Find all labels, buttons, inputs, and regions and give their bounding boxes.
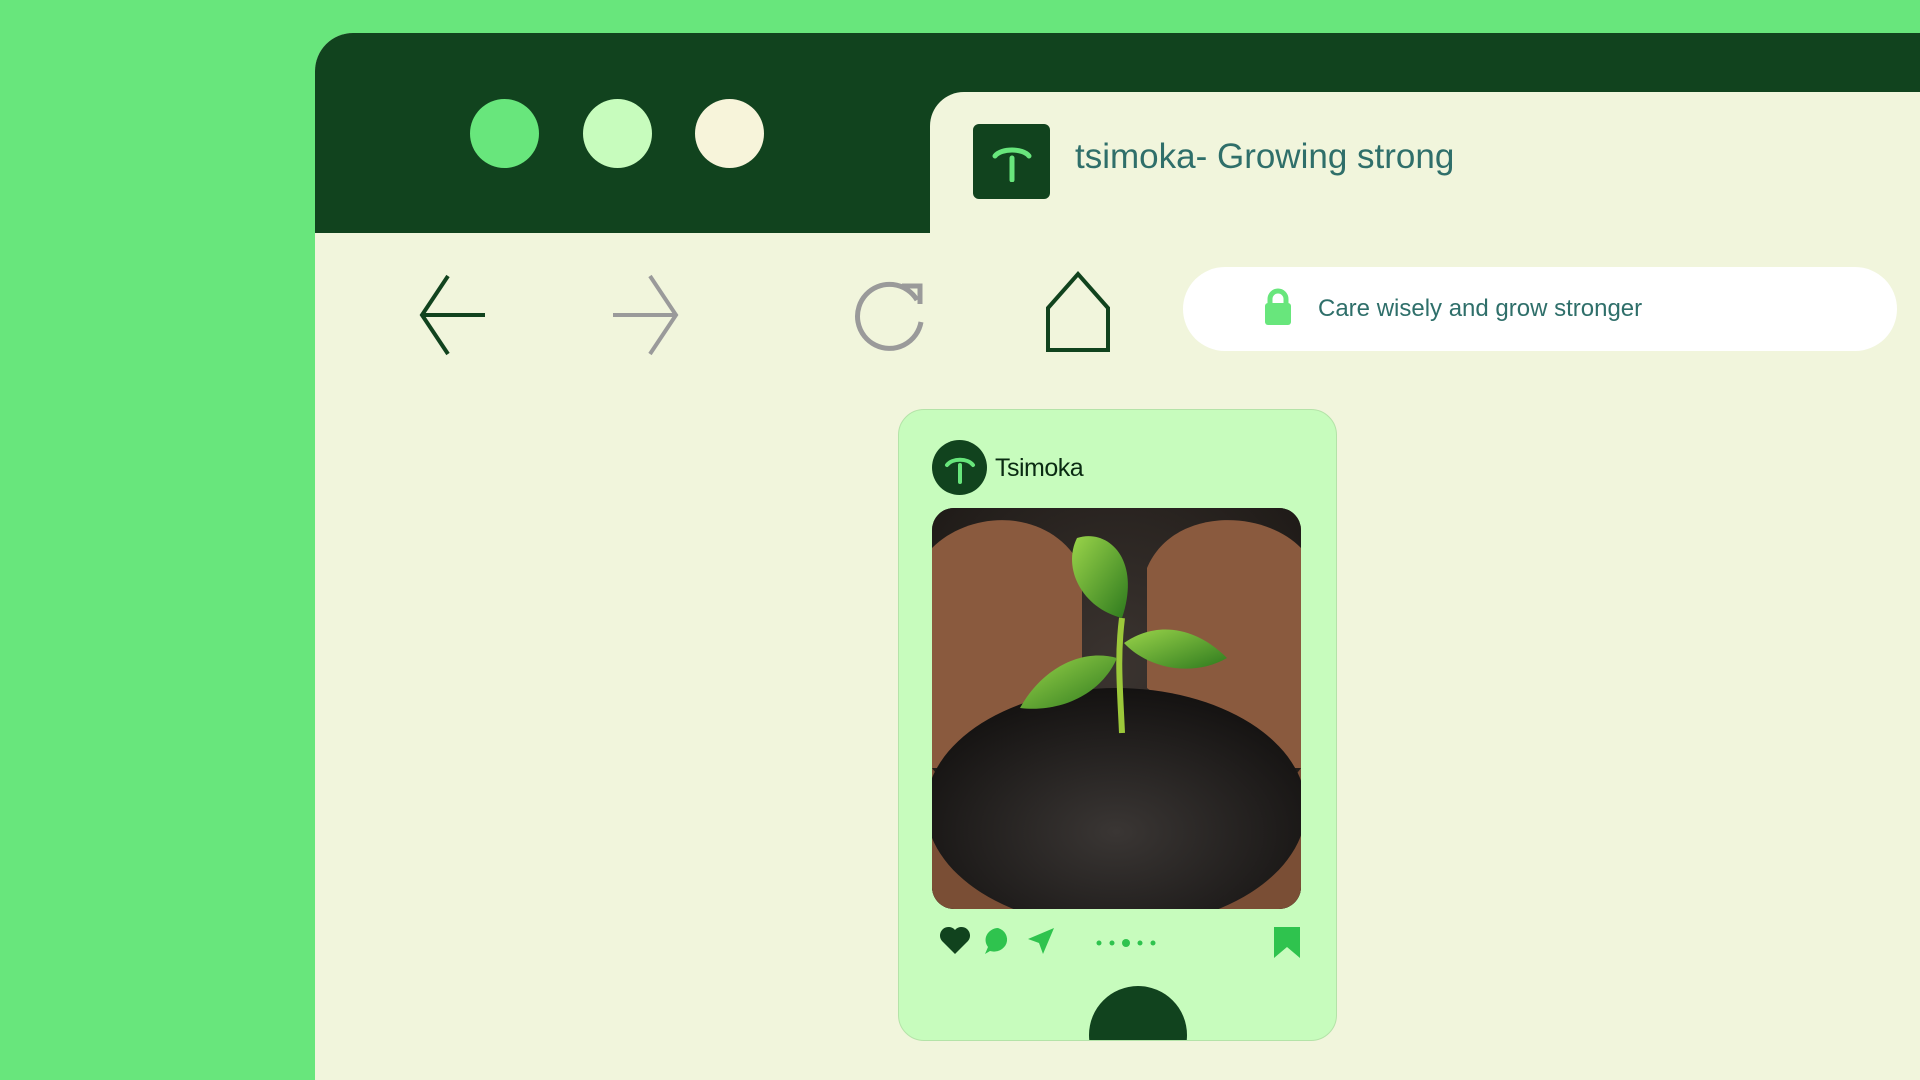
home-icon <box>1046 270 1110 352</box>
post-actions <box>899 925 1336 965</box>
heart-icon[interactable] <box>939 925 971 955</box>
send-icon[interactable] <box>1025 925 1057 957</box>
reload-button[interactable] <box>850 270 930 365</box>
arrow-left-icon <box>419 274 485 356</box>
browser-window: tsimoka- Growing strong Care wisely and … <box>315 33 1920 1080</box>
arrow-right-icon <box>613 274 679 356</box>
sprout-logo-icon <box>973 124 1050 199</box>
lock-icon <box>1265 288 1291 325</box>
address-bar[interactable]: Care wisely and grow stronger <box>1183 267 1897 351</box>
comment-icon[interactable] <box>982 925 1014 957</box>
reload-icon <box>855 281 924 351</box>
bookmark-icon[interactable] <box>1272 925 1302 959</box>
avatar <box>1089 986 1187 1040</box>
account-name[interactable]: Tsimoka <box>995 454 1084 483</box>
avatar[interactable] <box>932 440 987 495</box>
address-text[interactable]: Care wisely and grow stronger <box>1318 295 1642 323</box>
post-image <box>932 508 1301 909</box>
window-dot-3[interactable] <box>695 99 764 168</box>
home-button[interactable] <box>1043 270 1113 359</box>
tab-title: tsimoka- Growing strong <box>1075 137 1455 176</box>
back-button[interactable] <box>410 270 490 365</box>
more-dots-icon[interactable] <box>1095 937 1157 949</box>
sprout-logo-icon <box>945 457 975 484</box>
forward-button[interactable] <box>610 270 690 365</box>
social-post-card: Tsimoka <box>898 409 1337 1041</box>
active-tab[interactable] <box>930 92 1920 292</box>
window-dot-2[interactable] <box>583 99 652 168</box>
window-dot-1[interactable] <box>470 99 539 168</box>
